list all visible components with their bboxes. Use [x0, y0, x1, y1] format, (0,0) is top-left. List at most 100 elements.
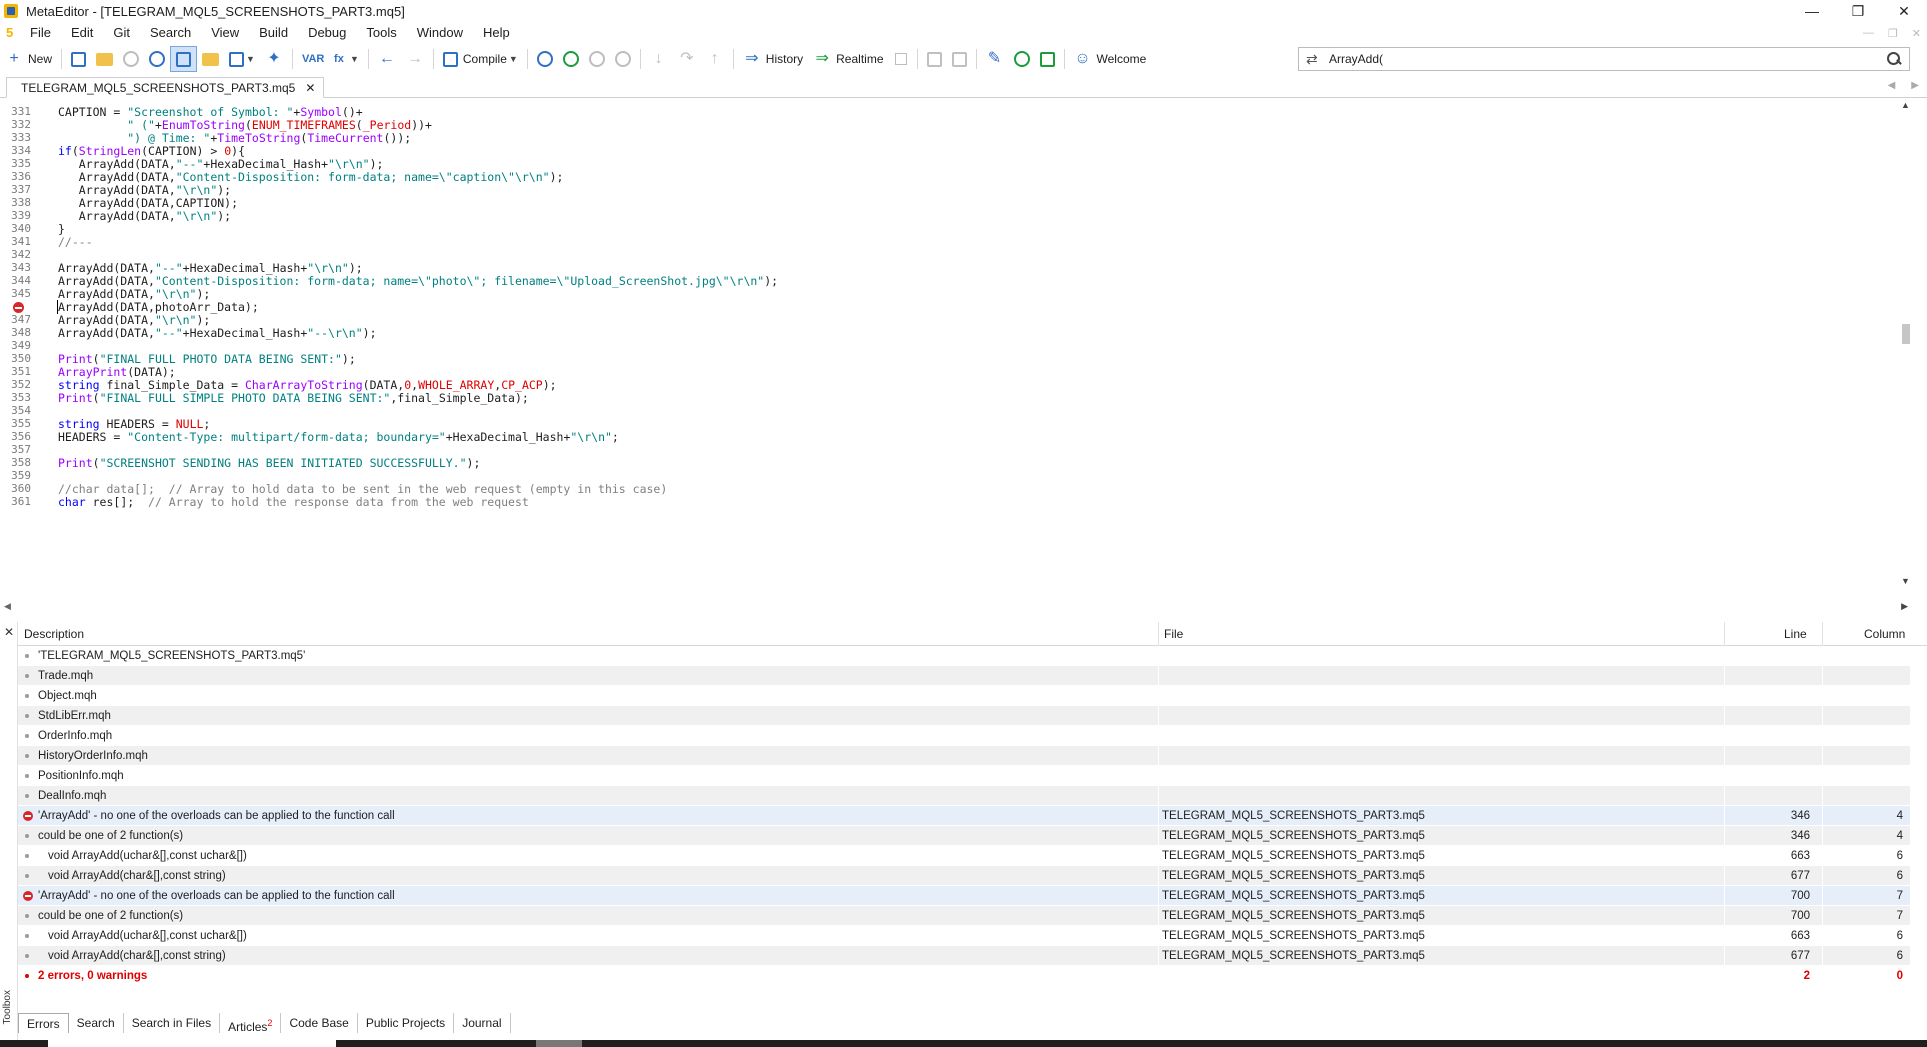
tab-search-in-files[interactable]: Search in Files [124, 1013, 221, 1033]
column-header-description[interactable]: Description [24, 627, 84, 641]
tab-public-projects[interactable]: Public Projects [358, 1013, 455, 1033]
tab-articles[interactable]: Articles2 [220, 1013, 282, 1034]
close-toolbox-icon[interactable]: ✕ [4, 625, 14, 639]
menu-git[interactable]: Git [103, 22, 140, 44]
maximize-button[interactable]: ❐ [1835, 0, 1881, 22]
history-button[interactable]: ⇒ History [738, 46, 808, 72]
code-editor[interactable]: 331 CAPTION = "Screenshot of Symbol: "+Sy… [0, 98, 1912, 600]
new-project-button[interactable] [66, 46, 91, 72]
start-debug-button[interactable] [558, 46, 584, 72]
market-button[interactable]: ▼ [224, 46, 260, 72]
column-divider[interactable] [1158, 622, 1159, 646]
message-row[interactable]: void ArrayAdd(uchar&[],const uchar&[]) TE… [18, 926, 1910, 946]
search-input[interactable]: ⇄ ArrayAdd( [1298, 47, 1910, 71]
scrollbar-thumb[interactable] [1902, 324, 1910, 344]
menu-window[interactable]: Window [407, 22, 473, 44]
close-window-button[interactable]: ✕ [1881, 0, 1927, 22]
styler-button[interactable]: ✦ [260, 46, 288, 72]
pause-debug-button[interactable] [584, 46, 610, 72]
step-into-button[interactable]: ↓ [645, 46, 673, 72]
save-button[interactable] [118, 46, 144, 72]
stop-debug-button[interactable] [610, 46, 636, 72]
status-segment [48, 1040, 336, 1047]
insert-function-button[interactable]: fx ▼ [325, 46, 364, 72]
compile-button[interactable]: Compile ▼ [438, 46, 523, 72]
doc-restore-icon[interactable]: ❐ [1888, 27, 1898, 40]
menu-file[interactable]: File [20, 22, 61, 44]
cell-divider [1724, 886, 1725, 906]
cell-description: could be one of 2 function(s) [38, 830, 184, 842]
back-button[interactable]: ← [373, 46, 401, 72]
forward-button[interactable]: → [401, 46, 429, 72]
scroll-up-icon[interactable]: ▲ [1901, 100, 1910, 110]
step-over-button[interactable]: ↷ [673, 46, 701, 72]
doc-minimize-icon[interactable]: — [1863, 27, 1874, 39]
message-row[interactable]: StdLibErr.mqh [18, 706, 1910, 726]
open-button[interactable] [91, 46, 118, 72]
menu-debug[interactable]: Debug [298, 22, 356, 44]
message-row[interactable]: OrderInfo.mqh [18, 726, 1910, 746]
menu-tools[interactable]: Tools [356, 22, 406, 44]
tester-button[interactable] [1035, 46, 1060, 72]
close-tab-icon[interactable]: ✕ [305, 81, 315, 95]
doc-close-icon[interactable]: ✕ [1912, 27, 1921, 40]
save-all-button[interactable] [144, 46, 170, 72]
tab-telegram-mql5[interactable]: TELEGRAM_MQL5_SCREENSHOTS_PART3.mq5 ✕ [6, 77, 325, 98]
scroll-down-icon[interactable]: ▼ [1901, 576, 1910, 586]
copy-button[interactable] [922, 46, 947, 72]
tab-scroll-left-icon[interactable]: ◀ [1888, 80, 1896, 91]
minimize-button[interactable]: — [1789, 0, 1835, 22]
insert-variable-button[interactable]: VAR [297, 46, 325, 72]
message-row[interactable]: could be one of 2 function(s) TELEGRAM_MQ… [18, 906, 1910, 926]
tab-search[interactable]: Search [69, 1013, 124, 1033]
scroll-right-icon[interactable]: ▶ [1901, 601, 1908, 612]
tab-code-base[interactable]: Code Base [281, 1013, 358, 1033]
welcome-button[interactable]: ☺ Welcome [1069, 46, 1152, 72]
menu-search[interactable]: Search [140, 22, 201, 44]
message-row[interactable]: 'TELEGRAM_MQL5_SCREENSHOTS_PART3.mq5' [18, 646, 1910, 666]
realtime-button[interactable]: ⇒ Realtime [808, 46, 888, 72]
column-header-file[interactable]: File [1164, 627, 1183, 641]
compare-button[interactable] [947, 46, 972, 72]
menu-build[interactable]: Build [249, 22, 298, 44]
message-row[interactable]: could be one of 2 function(s) TELEGRAM_MQ… [18, 826, 1910, 846]
message-row[interactable]: DealInfo.mqh [18, 786, 1910, 806]
toolbox-toggle-button[interactable] [197, 46, 224, 72]
message-row[interactable]: HistoryOrderInfo.mqh [18, 746, 1910, 766]
search-options-icon[interactable]: ⇄ [1306, 51, 1318, 68]
stop-realtime-icon[interactable] [894, 53, 907, 65]
editor-horizontal-scrollbar[interactable]: ◀ ▶ [0, 600, 1912, 614]
menu-edit[interactable]: Edit [61, 22, 103, 44]
cell-divider [1724, 646, 1725, 666]
menu-view[interactable]: View [201, 22, 249, 44]
code-line[interactable]: 361 char res[]; // Array to hold the resp… [0, 494, 1912, 510]
message-row[interactable]: Object.mqh [18, 686, 1910, 706]
column-header-column[interactable]: Column [1864, 627, 1905, 641]
summary-row[interactable]: 2 errors, 0 warnings 2 0 [18, 966, 1910, 986]
column-divider[interactable] [1822, 622, 1823, 646]
edit-button[interactable]: ✎ [981, 46, 1009, 72]
message-row[interactable]: PositionInfo.mqh [18, 766, 1910, 786]
tab-scroll-right-icon[interactable]: ▶ [1911, 80, 1919, 91]
message-row[interactable]: void ArrayAdd(uchar&[],const uchar&[]) TE… [18, 846, 1910, 866]
scroll-left-icon[interactable]: ◀ [4, 601, 11, 612]
navigator-toggle-button[interactable] [170, 46, 198, 72]
new-button-label: New [28, 52, 53, 66]
error-row[interactable]: 'ArrayAdd' - no one of the overloads can… [18, 806, 1910, 826]
error-row[interactable]: 'ArrayAdd' - no one of the overloads can… [18, 886, 1910, 906]
menu-help[interactable]: Help [473, 22, 520, 44]
column-divider[interactable] [1724, 622, 1725, 646]
market-icon [229, 51, 245, 67]
step-out-button[interactable]: ↑ [701, 46, 729, 72]
new-button[interactable]: + New [0, 46, 57, 72]
search-icon[interactable] [1885, 50, 1903, 68]
editor-vertical-scrollbar[interactable]: ▲ ▼ [1898, 98, 1912, 600]
column-header-line[interactable]: Line [1784, 627, 1807, 641]
message-row[interactable]: Trade.mqh [18, 666, 1910, 686]
start-profiling-button[interactable] [532, 46, 558, 72]
message-row[interactable]: void ArrayAdd(char&[],const string) TELEG… [18, 946, 1910, 966]
tab-journal[interactable]: Journal [454, 1013, 511, 1033]
message-row[interactable]: void ArrayAdd(char&[],const string) TELEG… [18, 866, 1910, 886]
check-button[interactable] [1009, 46, 1035, 72]
tab-errors[interactable]: Errors [18, 1013, 69, 1033]
